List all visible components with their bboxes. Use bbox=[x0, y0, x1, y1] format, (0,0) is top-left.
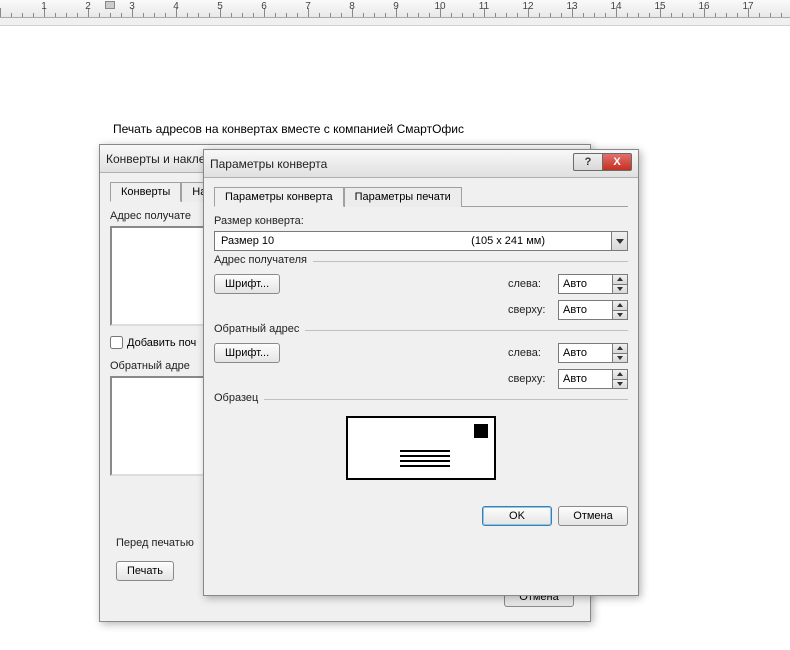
help-button[interactable]: ? bbox=[573, 153, 603, 171]
spin-up-icon[interactable] bbox=[613, 370, 627, 379]
tab-print-options[interactable]: Параметры печати bbox=[344, 187, 462, 207]
spin-down-icon[interactable] bbox=[613, 310, 627, 320]
horizontal-ruler: 1234567891011121314151617 bbox=[0, 0, 790, 18]
spinner-value: Авто bbox=[559, 344, 612, 362]
left-label: слева: bbox=[508, 347, 558, 359]
return-font-button[interactable]: Шрифт... bbox=[214, 343, 280, 363]
pre-print-label: Перед печатью bbox=[116, 537, 194, 549]
spin-up-icon[interactable] bbox=[613, 275, 627, 284]
add-postage-checkbox[interactable]: Добавить поч bbox=[110, 336, 196, 349]
group-legend: Образец bbox=[214, 392, 264, 404]
top-label: сверху: bbox=[508, 373, 558, 385]
dialog-titlebar[interactable]: Параметры конверта ? X bbox=[204, 150, 638, 178]
return-address-group: Обратный адрес Шрифт... слева: Авто bbox=[214, 330, 628, 389]
dialog-title: Параметры конверта bbox=[210, 157, 327, 171]
spin-down-icon[interactable] bbox=[613, 284, 627, 294]
document-heading: Печать адресов на конвертах вместе с ком… bbox=[113, 122, 464, 136]
recipient-font-button[interactable]: Шрифт... bbox=[214, 274, 280, 294]
spinner-value: Авто bbox=[559, 275, 612, 293]
return-top-spinner[interactable]: Авто bbox=[558, 369, 628, 389]
recipient-left-spinner[interactable]: Авто bbox=[558, 274, 628, 294]
add-postage-label: Добавить поч bbox=[127, 337, 196, 349]
envelope-preview-icon bbox=[346, 416, 496, 480]
chevron-down-icon[interactable] bbox=[611, 232, 627, 250]
group-legend: Обратный адрес bbox=[214, 323, 305, 335]
ok-button[interactable]: OK bbox=[482, 506, 552, 526]
dialog-button-row: OK Отмена bbox=[204, 500, 638, 532]
spin-down-icon[interactable] bbox=[613, 353, 627, 363]
close-button[interactable]: X bbox=[602, 153, 632, 171]
left-label: слева: bbox=[508, 278, 558, 290]
tabstrip: Параметры конверта Параметры печати bbox=[214, 186, 628, 207]
return-address-textarea[interactable] bbox=[110, 376, 205, 476]
envelope-size-combo[interactable]: Размер 10 (105 x 241 мм) bbox=[214, 231, 628, 251]
combo-size-name: Размер 10 bbox=[221, 235, 274, 247]
dialog-title: Конверты и накле bbox=[106, 152, 205, 166]
recipient-address-textarea[interactable] bbox=[110, 226, 205, 326]
envelope-size-label: Размер конверта: bbox=[214, 215, 628, 227]
page-margin-strip bbox=[0, 18, 790, 26]
spin-down-icon[interactable] bbox=[613, 379, 627, 389]
cancel-button[interactable]: Отмена bbox=[558, 506, 628, 526]
recipient-top-spinner[interactable]: Авто bbox=[558, 300, 628, 320]
tab-envelopes[interactable]: Конверты bbox=[110, 182, 181, 202]
add-postage-check-input[interactable] bbox=[110, 336, 123, 349]
recipient-address-group: Адрес получателя Шрифт... слева: Авто bbox=[214, 261, 628, 320]
spinner-value: Авто bbox=[559, 370, 612, 388]
sample-group: Образец bbox=[214, 399, 628, 480]
spin-up-icon[interactable] bbox=[613, 344, 627, 353]
spin-up-icon[interactable] bbox=[613, 301, 627, 310]
envelope-options-dialog: Параметры конверта ? X Параметры конверт… bbox=[203, 149, 639, 596]
spinner-value: Авто bbox=[559, 301, 612, 319]
tab-envelope-options[interactable]: Параметры конверта bbox=[214, 187, 344, 207]
print-button[interactable]: Печать bbox=[116, 561, 174, 581]
combo-size-dim: (105 x 241 мм) bbox=[471, 235, 545, 247]
return-left-spinner[interactable]: Авто bbox=[558, 343, 628, 363]
group-legend: Адрес получателя bbox=[214, 254, 313, 266]
top-label: сверху: bbox=[508, 304, 558, 316]
